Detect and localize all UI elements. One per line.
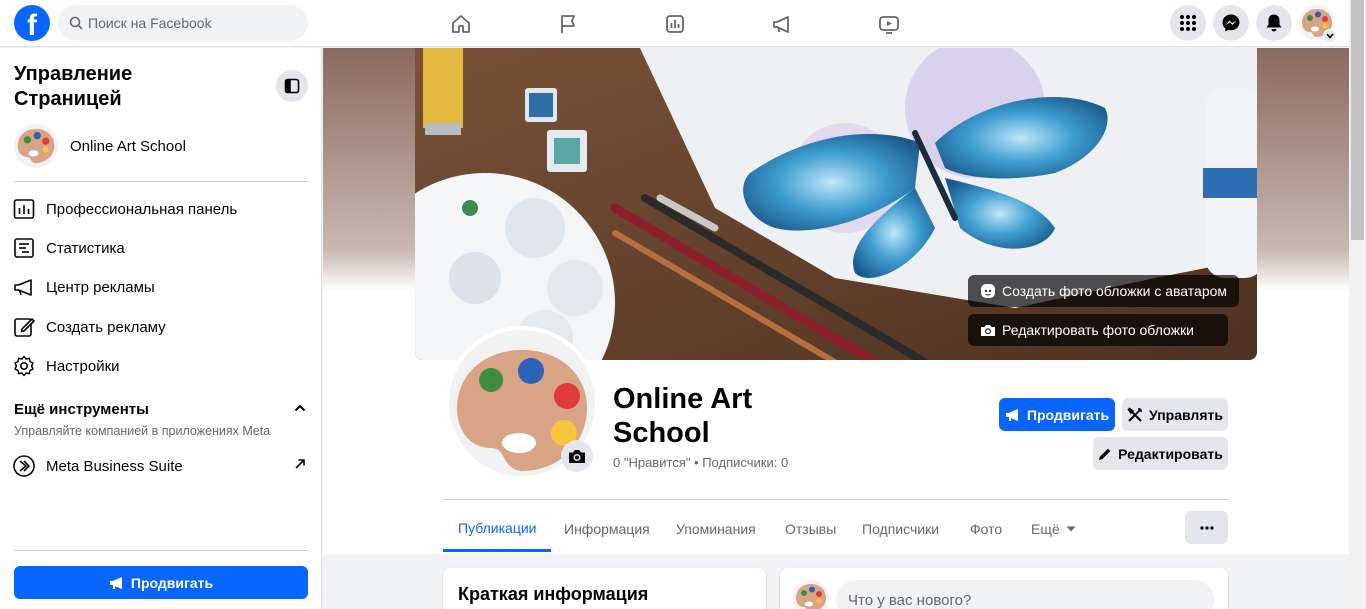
post-composer-card: Что у вас нового? [780, 568, 1228, 609]
palette-avatar-icon [793, 580, 829, 609]
sidebar-title: Управление Страницей [14, 63, 133, 110]
megaphone-icon[interactable] [767, 9, 797, 39]
create-avatar-cover-label: Создать фото обложки с аватаром [1002, 283, 1228, 299]
top-navigation-bar: f [0, 0, 1349, 47]
more-tools-title: Ещё инструменты [14, 401, 149, 418]
page-main-area: Создать фото обложки с аватаром Редактир… [323, 48, 1349, 609]
page-stats: 0 "Нравится" • Подписчики: 0 [613, 455, 789, 470]
sidebar-promote-label: Продвигать [130, 574, 214, 591]
tab-mentions[interactable]: Упоминания [661, 506, 771, 552]
sidebar-item-label: Настройки [46, 357, 120, 375]
vertical-scrollbar[interactable] [1349, 0, 1366, 609]
search-icon [69, 16, 83, 30]
facebook-logo[interactable]: f [14, 5, 50, 41]
caret-down-icon [1066, 526, 1076, 532]
tab-more[interactable]: Ещё [1016, 506, 1091, 552]
cover-photo[interactable]: Создать фото обложки с аватаром Редактир… [415, 48, 1257, 360]
tab-label: Отзывы [785, 521, 837, 537]
video-icon[interactable] [874, 9, 904, 39]
scrollbar-thumb[interactable] [1351, 0, 1364, 240]
intro-card-title: Краткая информация [458, 584, 649, 604]
pencil-icon [1099, 448, 1111, 460]
intro-card: Краткая информация [443, 568, 766, 609]
promote-button[interactable]: Продвигать [999, 398, 1115, 431]
meta-business-suite-icon [13, 455, 35, 477]
collapse-sidebar-icon[interactable] [276, 70, 308, 102]
chevron-down-icon [1323, 29, 1337, 43]
tab-label: Фото [970, 521, 1003, 537]
avatar-face-icon [981, 284, 995, 298]
sidebar-item-statistics[interactable]: Статистика [12, 230, 308, 266]
flag-icon[interactable] [553, 9, 583, 39]
notifications-bell-icon[interactable] [1256, 5, 1292, 41]
home-icon[interactable] [446, 9, 476, 39]
ellipsis-icon [1199, 525, 1214, 530]
camera-icon [981, 325, 995, 336]
page-management-sidebar: Управление Страницей Online Art School П… [0, 48, 322, 609]
sidebar-item-label: Центр рекламы [46, 278, 155, 296]
stats-icon [14, 238, 34, 258]
tabs-divider [443, 499, 1228, 500]
tab-reviews[interactable]: Отзывы [770, 506, 851, 552]
tab-about[interactable]: Информация [549, 506, 665, 552]
edit-page-label: Редактировать [1118, 445, 1223, 462]
megaphone-icon [109, 576, 122, 589]
search-input[interactable] [88, 5, 298, 41]
sidebar-item-label: Meta Business Suite [46, 457, 183, 475]
sidebar-item-meta-business-suite[interactable]: Meta Business Suite [12, 448, 308, 484]
tab-posts[interactable]: Публикации [443, 506, 552, 552]
external-link-arrow-icon [295, 459, 305, 469]
menu-grid-icon[interactable] [1170, 5, 1206, 41]
sidebar-divider [14, 181, 308, 182]
sidebar-promote-button[interactable]: Продвигать [14, 566, 308, 599]
tools-icon [1127, 406, 1143, 422]
sidebar-item-create-ad[interactable]: Создать рекламу [12, 309, 308, 345]
tab-label: Упоминания [676, 521, 756, 537]
edit-cover-photo-label: Редактировать фото обложки [1002, 322, 1194, 338]
sidebar-item-label: Профессиональная панель [46, 200, 238, 218]
tab-label: Информация [564, 521, 650, 537]
tab-followers[interactable]: Подписчики [847, 506, 954, 552]
sidebar-item-ad-center[interactable]: Центр рекламы [12, 269, 308, 305]
gear-icon [14, 355, 34, 377]
manage-button[interactable]: Управлять [1122, 398, 1228, 431]
tab-label: Ещё [1031, 521, 1060, 537]
search-box[interactable] [58, 5, 308, 41]
messenger-icon[interactable] [1213, 5, 1249, 41]
palette-avatar-icon [14, 124, 58, 168]
edit-cover-photo-button[interactable]: Редактировать фото обложки [968, 314, 1228, 346]
megaphone-icon [14, 279, 32, 296]
camera-icon [569, 450, 585, 463]
tab-photos[interactable]: Фото [955, 506, 1017, 552]
insights-icon[interactable] [660, 9, 690, 39]
tab-label: Подписчики [862, 521, 940, 537]
sidebar-item-professional-dashboard[interactable]: Профессиональная панель [12, 191, 308, 227]
edit-icon [14, 318, 35, 337]
sidebar-divider [14, 550, 308, 551]
manage-label: Управлять [1149, 406, 1223, 423]
sidebar-page-selector[interactable]: Online Art School [14, 124, 308, 168]
more-tools-subtitle: Управляйте компанией в приложениях Meta [14, 424, 271, 438]
create-avatar-cover-button[interactable]: Создать фото обложки с аватаром [968, 275, 1240, 307]
sidebar-page-name: Online Art School [70, 137, 186, 155]
more-options-button[interactable] [1185, 511, 1228, 544]
post-composer-input[interactable]: Что у вас нового? [836, 580, 1214, 609]
sidebar-item-label: Создать рекламу [46, 318, 166, 336]
edit-page-button[interactable]: Редактировать [1093, 437, 1228, 470]
sidebar-item-label: Статистика [46, 239, 125, 257]
chevron-up-icon[interactable] [294, 404, 306, 412]
account-avatar[interactable] [1299, 5, 1337, 43]
megaphone-icon [1005, 408, 1018, 421]
sidebar-item-settings[interactable]: Настройки [12, 348, 308, 384]
promote-label: Продвигать [1026, 406, 1110, 423]
tab-label: Публикации [458, 519, 537, 536]
update-profile-picture-button[interactable] [561, 440, 593, 472]
page-title: Online Art School [613, 383, 753, 449]
dashboard-icon [13, 199, 35, 219]
